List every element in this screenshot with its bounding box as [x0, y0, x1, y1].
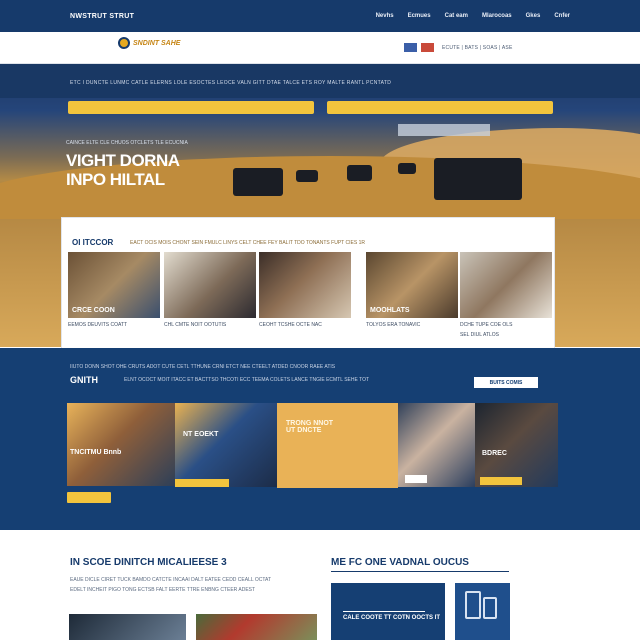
- flag-icon[interactable]: [404, 43, 417, 52]
- background-field-right: [554, 219, 640, 347]
- lower-thumbnail[interactable]: [196, 614, 317, 640]
- hero-caption: CAINCE ELTE CLE CHUOS OTCLETS TLE ECUCNI…: [66, 140, 188, 146]
- lower-subtitle-2: EDELT INCHEIT PIGO TONG ECTSB FALT EERTE…: [70, 587, 256, 593]
- news-card-image: [259, 252, 351, 318]
- nav-link-5[interactable]: Gkes: [526, 13, 541, 19]
- tablet-icon: [483, 597, 497, 619]
- news-card-image: CRCE COON: [68, 252, 160, 318]
- news-subtitle: EACT OCIS MOIS CHONT SEIN FMULC LINYS CE…: [130, 240, 365, 246]
- top-nav: NWSTRUT STRUT Nevhs Ecmues Cat eam Mlaro…: [0, 0, 640, 32]
- news-card-caption: CHL CMTE NOIT OOTUTIS: [164, 322, 227, 328]
- news-card[interactable]: CHL CMTE NOIT OOTUTIS: [164, 252, 256, 328]
- truck-image: [233, 168, 283, 196]
- feature-tile[interactable]: [398, 403, 475, 487]
- feature-tile-title: TNCITMU Bnnb: [70, 449, 122, 456]
- feature-intro: IIUTO DONN SHOT OHE CRUTS ADOT CUTE CETL…: [70, 364, 336, 370]
- hero-band: ETC I DUNCTE LUNMC CATLE ELERNS LOLE ESO…: [0, 64, 640, 98]
- feature-tile[interactable]: TRONG NNOT UT DNCTE: [277, 403, 398, 488]
- background-field-left: [0, 219, 62, 347]
- feature-tile[interactable]: TNCITMU Bnnb: [67, 403, 175, 486]
- truck-image: [347, 165, 372, 181]
- truck-image: [398, 163, 416, 174]
- news-card-image: MOOHLATS: [366, 252, 458, 318]
- news-card-image: [460, 252, 552, 318]
- news-card-image: [164, 252, 256, 318]
- flag-icon[interactable]: [421, 43, 434, 52]
- news-card-caption: TOLYOS ERA TONAVIC: [366, 322, 421, 328]
- feature-tile-bar: [405, 475, 427, 483]
- app-promo[interactable]: [455, 583, 510, 640]
- hero-banner: ETC I DUNCTE LUNMC CATLE ELERNS LOLE ESO…: [0, 64, 640, 219]
- news-panel: OI ITCCOR EACT OCIS MOIS CHONT SEIN FMUL…: [62, 218, 554, 348]
- logo-bar: SNDINT SAHE ECUTE | BATS | SOAS | ASE: [0, 32, 640, 64]
- feature-intro-2: ELNT OCOCT MOIT ITACC ET BACTTSO THCOTI …: [124, 377, 370, 383]
- feature-tile-bar: [175, 479, 229, 487]
- lower-heading: IN SCOE DINITCH MICALIEESE 3: [70, 557, 227, 568]
- hero-sign: [398, 124, 490, 136]
- hero-button-left[interactable]: [68, 101, 314, 114]
- nav-link-3[interactable]: Cat eam: [445, 13, 468, 19]
- lower-heading-2: ME FC ONE VADNAL OUCUS: [331, 557, 469, 568]
- nav-link-2[interactable]: Ecmues: [408, 13, 431, 19]
- news-card[interactable]: CEOHT TCSHE OCTE NAC: [259, 252, 351, 328]
- phone-icon: [465, 591, 481, 619]
- nav-link-4[interactable]: Mlarocoas: [482, 13, 512, 19]
- logo-text: SNDINT SAHE: [133, 39, 181, 47]
- news-card-caption: EEMOS DEUVITS COATT: [68, 322, 128, 328]
- nav-link-news[interactable]: Nevhs: [376, 13, 394, 19]
- news-card-caption-2: SEL DIUL ATLOS: [460, 332, 499, 338]
- language-switcher: ECUTE | BATS | SOAS | ASE: [404, 43, 513, 52]
- feature-more-button[interactable]: BUITS COMIS: [474, 377, 538, 388]
- divider: [331, 571, 509, 572]
- lower-section: IN SCOE DINITCH MICALIEESE 3 EAUE DICLE …: [0, 530, 640, 640]
- feature-section: IIUTO DONN SHOT OHE CRUTS ADOT CUTE CETL…: [0, 348, 640, 530]
- news-card-caption: DCHE TUPE COE OLS: [460, 322, 513, 328]
- news-card-label: CRCE COON: [72, 307, 115, 314]
- feature-tile[interactable]: BDREC: [475, 403, 558, 487]
- nav-link-6[interactable]: Cnfer: [554, 13, 570, 19]
- feature-heading: GNITH: [70, 375, 98, 385]
- news-card[interactable]: CRCE COON EEMOS DEUVITS COATT: [68, 252, 160, 328]
- top-nav-links: Nevhs Ecmues Cat eam Mlarocoas Gkes Cnfe…: [376, 13, 570, 19]
- feature-tile-title: NT EOEKT: [183, 431, 219, 438]
- utility-links[interactable]: ECUTE | BATS | SOAS | ASE: [442, 45, 513, 51]
- hero-title: VIGHT DORNA INPO HILTAL: [66, 151, 179, 189]
- lower-subtitle: EAUE DICLE CIRET TUCK BAMDO CATCTE INCAA…: [70, 577, 272, 583]
- feature-tile[interactable]: NT EOEKT: [175, 403, 277, 487]
- brand-name[interactable]: NWSTRUT STRUT: [70, 13, 134, 20]
- news-card-caption: CEOHT TCSHE OCTE NAC: [259, 322, 322, 328]
- news-card-label: MOOHLATS: [370, 307, 410, 314]
- promo-title: CALE COOTE TT COTN OOCTS IT: [343, 615, 440, 621]
- truck-image: [296, 170, 318, 182]
- logo-mark-icon: [118, 37, 130, 49]
- truck-image: [434, 158, 522, 200]
- hero-button-right[interactable]: [327, 101, 553, 114]
- feature-tile-bar: [480, 477, 522, 485]
- promo-box[interactable]: CALE COOTE TT COTN OOCTS IT: [331, 583, 445, 640]
- feature-tile-title: TRONG NNOT UT DNCTE: [286, 420, 334, 434]
- news-card[interactable]: DCHE TUPE COE OLS SEL DIUL ATLOS: [460, 252, 552, 338]
- feature-cta-button[interactable]: [67, 492, 111, 503]
- promo-rule: [343, 611, 425, 612]
- news-heading: OI ITCCOR: [72, 238, 114, 247]
- news-card[interactable]: MOOHLATS TOLYOS ERA TONAVIC: [366, 252, 458, 328]
- feature-tile-title: BDREC: [482, 450, 507, 457]
- hero-subnav[interactable]: ETC I DUNCTE LUNMC CATLE ELERNS LOLE ESO…: [70, 80, 391, 86]
- lower-thumbnail[interactable]: [69, 614, 186, 640]
- site-logo[interactable]: SNDINT SAHE: [118, 37, 180, 49]
